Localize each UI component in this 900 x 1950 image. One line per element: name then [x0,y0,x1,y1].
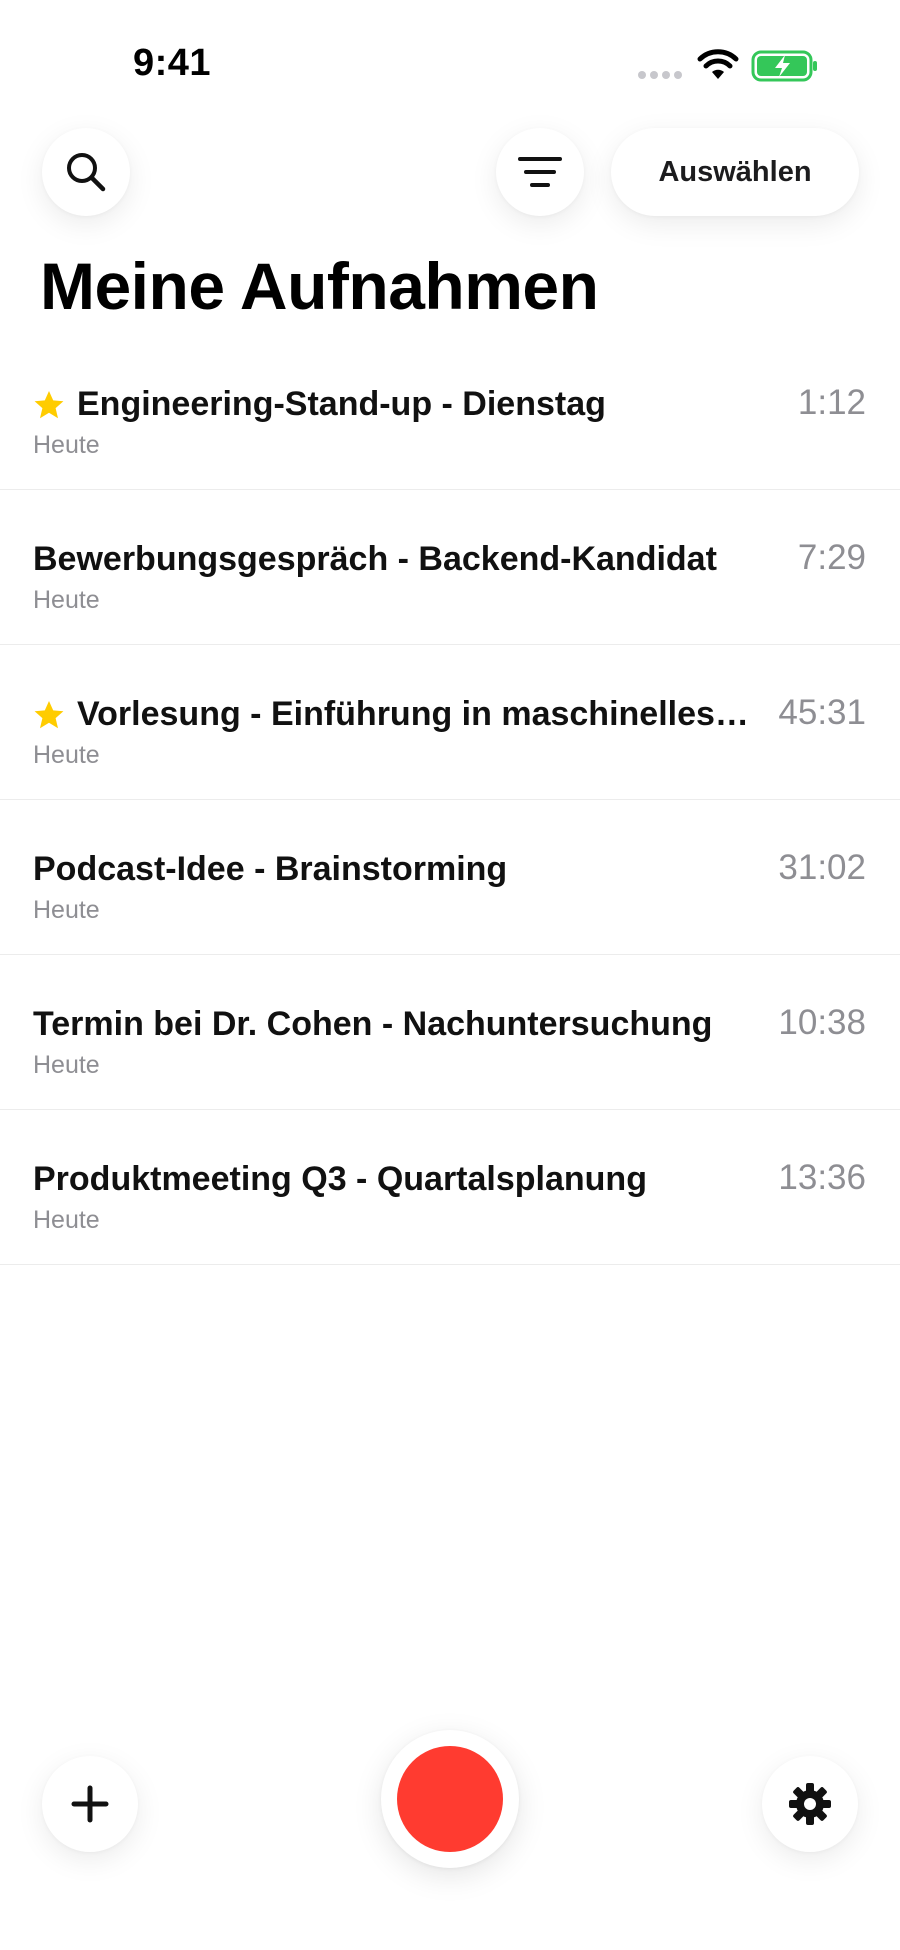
recording-row[interactable]: Engineering-Stand-up - Dienstag Heute 1:… [0,335,900,490]
recording-title: Vorlesung - Einführung in maschinelles L… [77,695,753,733]
recording-duration: 13:36 [778,1158,866,1197]
record-button[interactable] [381,1730,519,1868]
recording-duration: 45:31 [778,693,866,732]
recording-title: Termin bei Dr. Cohen - Nachuntersuchung [33,1005,713,1043]
recording-row[interactable]: Termin bei Dr. Cohen - Nachuntersuchung … [0,955,900,1110]
recording-duration: 10:38 [778,1003,866,1042]
recording-date: Heute [33,431,100,459]
recording-duration: 7:29 [797,538,866,577]
search-icon [67,153,106,192]
recording-date: Heute [33,586,100,614]
filter-button[interactable] [496,128,584,216]
gear-icon [789,1783,831,1825]
recording-row[interactable]: Bewerbungsgespräch - Backend-Kandidat He… [0,490,900,645]
star-icon [34,700,64,728]
select-button[interactable]: Auswählen [611,128,859,216]
battery-charging-icon [751,50,817,82]
recording-date: Heute [33,1051,100,1079]
search-button[interactable] [42,128,130,216]
recording-date: Heute [33,741,100,769]
page-title: Meine Aufnahmen [40,249,599,323]
status-time: 9:41 [133,42,212,84]
screen: 9:41 Auswählen Meine Aufnahmen Engineeri… [0,0,900,1950]
recording-duration: 31:02 [778,848,866,887]
recording-row[interactable]: Vorlesung - Einführung in maschinelles L… [0,645,900,800]
record-icon [397,1746,503,1852]
recording-title: Bewerbungsgespräch - Backend-Kandidat [33,540,717,578]
cellular-signal-icon [638,71,682,79]
status-bar: 9:41 [0,0,900,120]
recording-title: Produktmeeting Q3 - Quartalsplanung [33,1160,647,1198]
wifi-icon [697,49,739,79]
recording-row[interactable]: Podcast-Idee - Brainstorming Heute 31:02 [0,800,900,955]
recording-duration: 1:12 [797,383,866,422]
plus-icon [71,1785,109,1823]
recording-title: Podcast-Idee - Brainstorming [33,850,508,888]
recording-date: Heute [33,896,100,924]
recording-date: Heute [33,1206,100,1234]
recording-list: Engineering-Stand-up - Dienstag Heute 1:… [0,335,900,1265]
recording-row[interactable]: Produktmeeting Q3 - Quartalsplanung Heut… [0,1110,900,1265]
filter-icon [518,157,562,187]
add-button[interactable] [42,1756,138,1852]
star-icon [34,390,64,418]
settings-button[interactable] [762,1756,858,1852]
recording-title: Engineering-Stand-up - Dienstag [77,385,606,423]
